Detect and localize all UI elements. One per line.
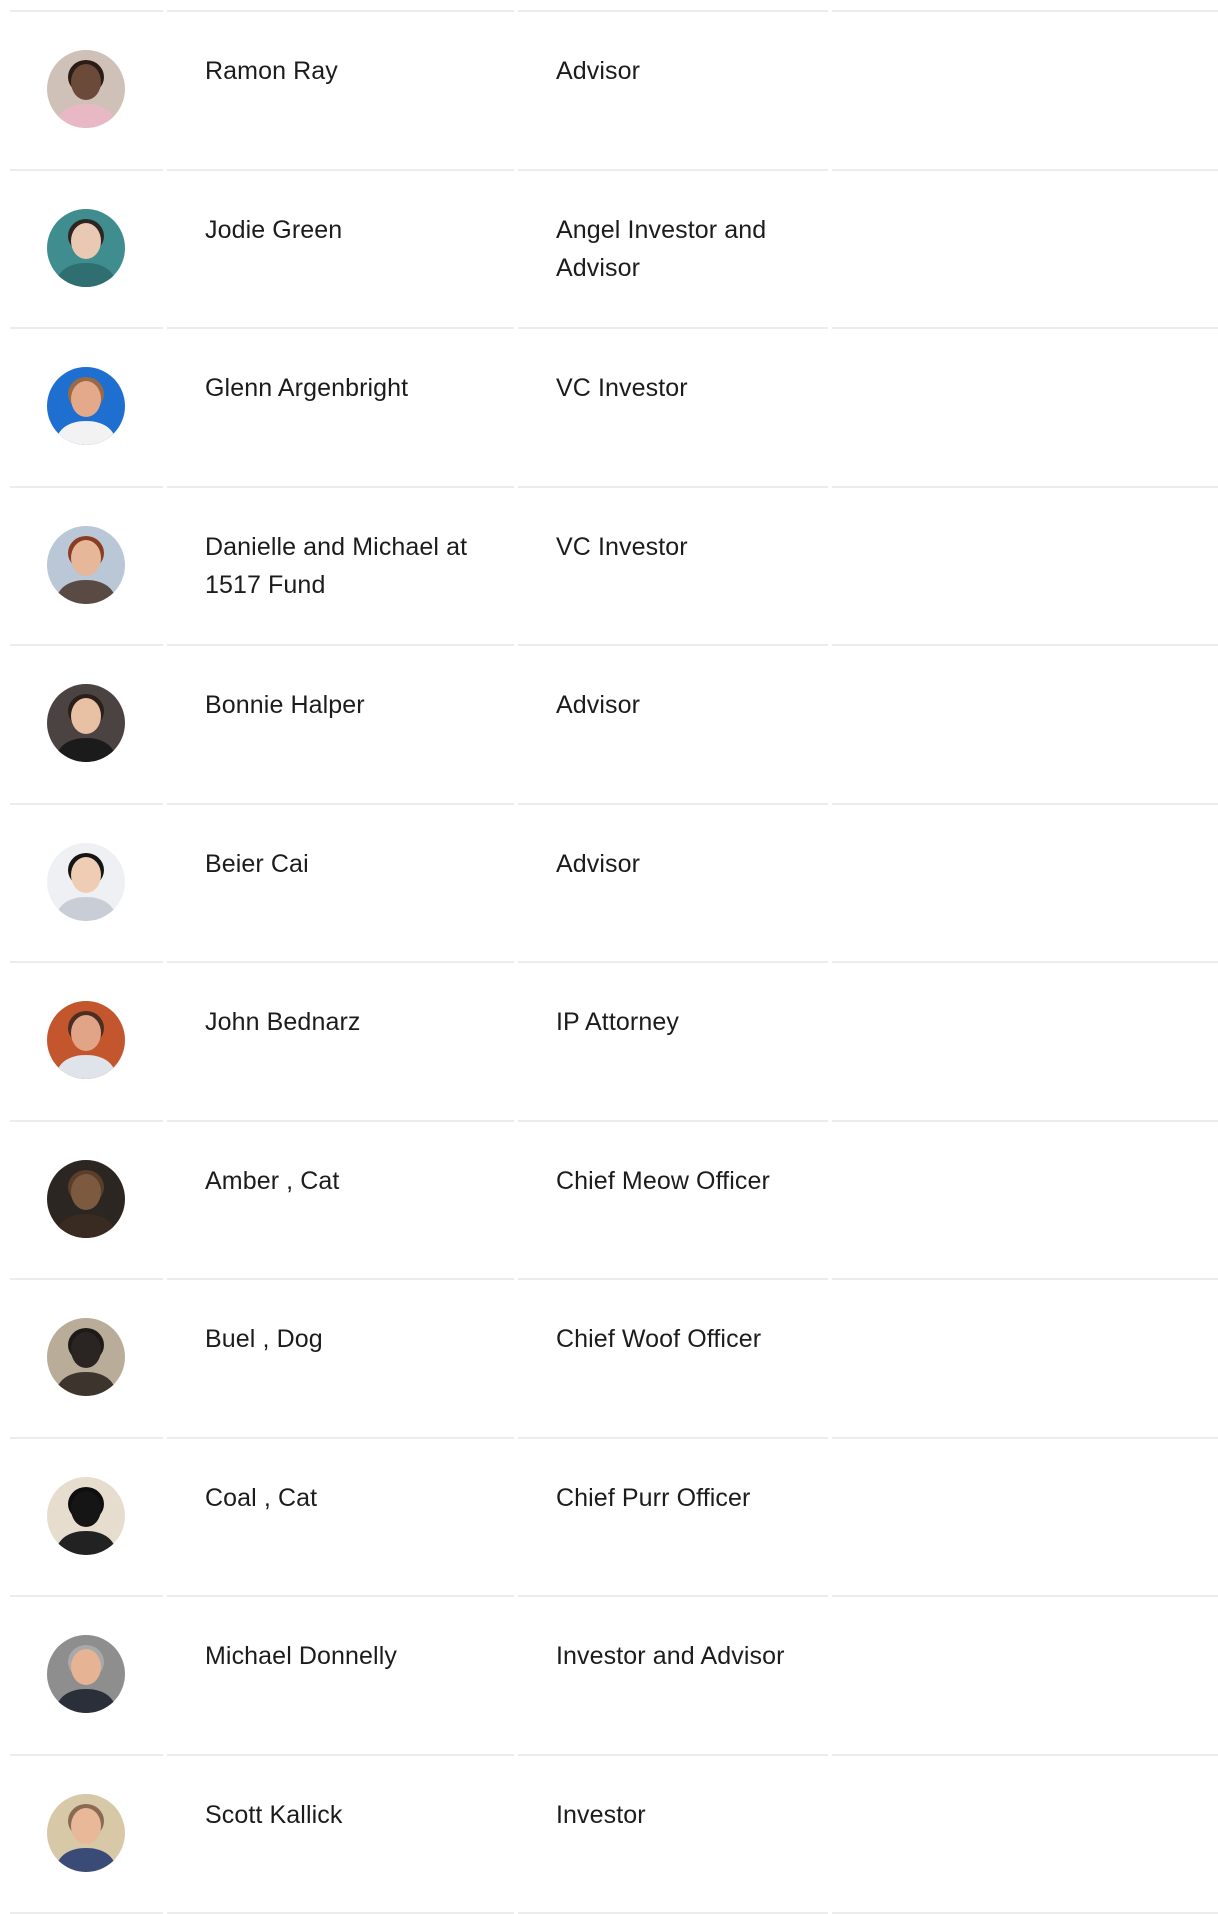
name-cell: Beier Cai: [167, 805, 514, 964]
extra-cell: [832, 1122, 1218, 1281]
extra-cell: [832, 805, 1218, 964]
member-name: Buel , Dog: [205, 1320, 505, 1358]
scott-kallick-photo-icon: [47, 1794, 125, 1872]
name-cell: Jodie Green: [167, 171, 514, 330]
ramon-ray-photo-icon: [47, 50, 125, 128]
member-name: Glenn Argenbright: [205, 369, 505, 407]
table-row: Scott Kallick Investor: [10, 1756, 1218, 1914]
member-role: IP Attorney: [556, 1003, 816, 1041]
role-cell: Advisor: [518, 12, 828, 171]
avatar-cell: [10, 1756, 163, 1914]
role-cell: Advisor: [518, 805, 828, 964]
name-cell: John Bednarz: [167, 963, 514, 1122]
member-role: Chief Woof Officer: [556, 1320, 816, 1358]
team-table: Ramon Ray Advisor Jodie Green Ange: [10, 0, 1218, 1914]
role-cell: VC Investor: [518, 488, 828, 647]
avatar-cell: [10, 488, 163, 647]
buel-dog-photo-icon: [47, 1318, 125, 1396]
role-cell: Chief Meow Officer: [518, 1122, 828, 1281]
role-cell: Angel Investor and Advisor: [518, 171, 828, 330]
member-role: Chief Purr Officer: [556, 1479, 816, 1517]
table-row: Buel , Dog Chief Woof Officer: [10, 1280, 1218, 1439]
avatar-cell: [10, 171, 163, 330]
member-role: Investor and Advisor: [556, 1637, 816, 1675]
extra-cell: [832, 1439, 1218, 1598]
extra-cell: [832, 12, 1218, 171]
avatar-cell: [10, 1280, 163, 1439]
name-cell: Coal , Cat: [167, 1439, 514, 1598]
member-name: Michael Donnelly: [205, 1637, 505, 1675]
member-name: Beier Cai: [205, 845, 505, 883]
role-cell: Advisor: [518, 646, 828, 805]
avatar-cell: [10, 329, 163, 488]
table-row: Danielle and Michael at 1517 Fund VC Inv…: [10, 488, 1218, 647]
extra-cell: [832, 488, 1218, 647]
role-cell: VC Investor: [518, 329, 828, 488]
extra-cell: [832, 1280, 1218, 1439]
member-name: Amber , Cat: [205, 1162, 505, 1200]
member-name: Danielle and Michael at 1517 Fund: [205, 528, 505, 604]
role-cell: Chief Purr Officer: [518, 1439, 828, 1598]
avatar-cell: [10, 1439, 163, 1598]
member-role: Advisor: [556, 52, 816, 90]
michael-donnelly-photo-icon: [47, 1635, 125, 1713]
avatar-cell: [10, 963, 163, 1122]
role-cell: IP Attorney: [518, 963, 828, 1122]
name-cell: Scott Kallick: [167, 1756, 514, 1914]
john-bednarz-photo-icon: [47, 1001, 125, 1079]
jodie-green-photo-icon: [47, 209, 125, 287]
danielle-michael-photo-icon: [47, 526, 125, 604]
extra-cell: [832, 963, 1218, 1122]
member-role: Investor: [556, 1796, 816, 1834]
table-row: Bonnie Halper Advisor: [10, 646, 1218, 805]
member-role: Chief Meow Officer: [556, 1162, 816, 1200]
avatar-cell: [10, 1597, 163, 1756]
member-name: Bonnie Halper: [205, 686, 505, 724]
avatar-cell: [10, 805, 163, 964]
avatar-cell: [10, 646, 163, 805]
table-top-border: [10, 0, 1218, 12]
name-cell: Bonnie Halper: [167, 646, 514, 805]
extra-cell: [832, 1756, 1218, 1914]
table-row: Michael Donnelly Investor and Advisor: [10, 1597, 1218, 1756]
beier-cai-photo-icon: [47, 843, 125, 921]
member-role: VC Investor: [556, 369, 816, 407]
name-cell: Amber , Cat: [167, 1122, 514, 1281]
bonnie-halper-photo-icon: [47, 684, 125, 762]
extra-cell: [832, 1597, 1218, 1756]
name-cell: Ramon Ray: [167, 12, 514, 171]
avatar-cell: [10, 12, 163, 171]
member-name: Scott Kallick: [205, 1796, 505, 1834]
member-role: Angel Investor and Advisor: [556, 211, 816, 287]
extra-cell: [832, 646, 1218, 805]
name-cell: Glenn Argenbright: [167, 329, 514, 488]
member-role: VC Investor: [556, 528, 816, 566]
member-name: Jodie Green: [205, 211, 505, 249]
table-row: Amber , Cat Chief Meow Officer: [10, 1122, 1218, 1281]
role-cell: Chief Woof Officer: [518, 1280, 828, 1439]
amber-cat-photo-icon: [47, 1160, 125, 1238]
table-row: Beier Cai Advisor: [10, 805, 1218, 964]
member-role: Advisor: [556, 845, 816, 883]
role-cell: Investor and Advisor: [518, 1597, 828, 1756]
name-cell: Danielle and Michael at 1517 Fund: [167, 488, 514, 647]
member-role: Advisor: [556, 686, 816, 724]
member-name: Ramon Ray: [205, 52, 505, 90]
table-row: John Bednarz IP Attorney: [10, 963, 1218, 1122]
member-name: Coal , Cat: [205, 1479, 505, 1517]
table-row: Coal , Cat Chief Purr Officer: [10, 1439, 1218, 1598]
role-cell: Investor: [518, 1756, 828, 1914]
extra-cell: [832, 329, 1218, 488]
name-cell: Michael Donnelly: [167, 1597, 514, 1756]
table-row: Glenn Argenbright VC Investor: [10, 329, 1218, 488]
coal-cat-photo-icon: [47, 1477, 125, 1555]
extra-cell: [832, 171, 1218, 330]
table-row: Ramon Ray Advisor: [10, 12, 1218, 171]
glenn-argenbright-photo-icon: [47, 367, 125, 445]
member-name: John Bednarz: [205, 1003, 505, 1041]
name-cell: Buel , Dog: [167, 1280, 514, 1439]
team-rows: Ramon Ray Advisor Jodie Green Ange: [10, 12, 1218, 1914]
table-row: Jodie Green Angel Investor and Advisor: [10, 171, 1218, 330]
avatar-cell: [10, 1122, 163, 1281]
